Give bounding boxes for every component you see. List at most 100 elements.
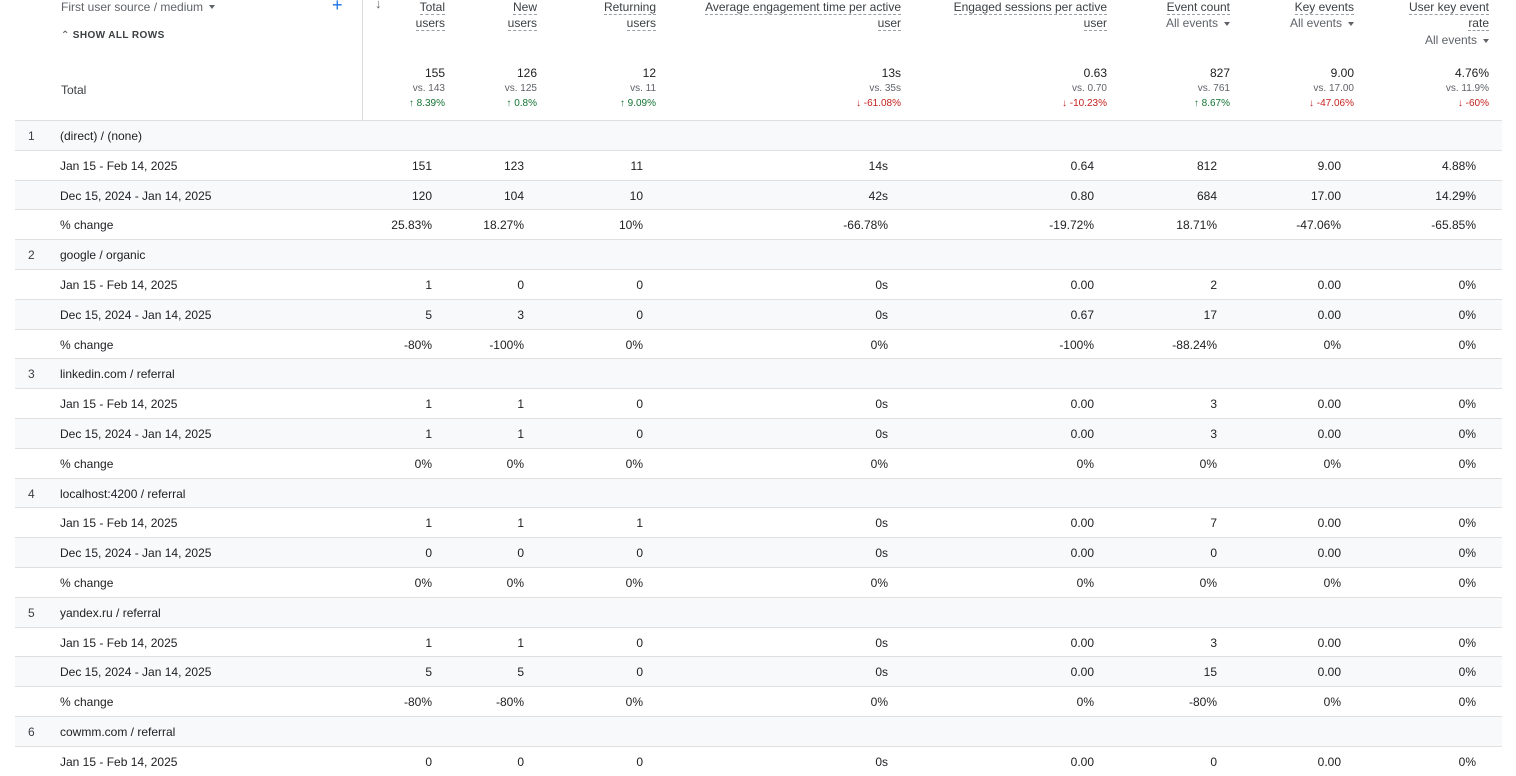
total-metric: 0.63 vs. 0.70 ↓ -10.23%	[1062, 65, 1107, 111]
column-header-line: User key event	[1408, 0, 1489, 15]
table-cell: 0%	[1458, 337, 1476, 352]
table-cell: 1	[517, 516, 524, 531]
table-row: Dec 15, 2024 - Jan 14, 2025 1 1 0 0s 0.00 3 0.0…	[15, 417, 1502, 448]
column-header[interactable]: Key events All events	[1290, 0, 1354, 31]
table-cell: 0	[636, 546, 643, 561]
table-cell: 0	[636, 397, 643, 412]
table-row: Jan 15 - Feb 14, 2025 1 1 0 0s 0.00 3 0.00 0%	[15, 388, 1502, 418]
table-cell: 0%	[870, 456, 888, 471]
show-all-rows-label: SHOW ALL ROWS	[72, 30, 165, 41]
row-label: % change	[60, 456, 114, 471]
total-value: 4.76%	[1454, 66, 1489, 80]
table-row: Jan 15 - Feb 14, 2025 0 0 0 0s 0.00 0 0.00 0%	[15, 745, 1502, 776]
table-cell: 0%	[1323, 575, 1341, 590]
table-cell: 9.00	[1317, 158, 1341, 173]
table-cell: 1	[425, 635, 432, 650]
table-row: Jan 15 - Feb 14, 2025 1 0 0 0s 0.00 2 0.00 0%	[15, 268, 1502, 299]
table-cell: 0%	[625, 575, 643, 590]
column-header[interactable]: Total users	[415, 0, 445, 31]
column-header-line: New	[512, 0, 537, 15]
table-cell: 0.00	[1070, 754, 1094, 769]
table-cell: 0.00	[1070, 426, 1094, 441]
event-filter-dropdown[interactable]: All events	[1166, 15, 1230, 31]
total-metric: 827 vs. 761 ↑ 8.67%	[1194, 65, 1230, 111]
table-cell: 0.00	[1070, 546, 1094, 561]
total-metric: 126 vs. 125 ↑ 0.8%	[505, 65, 537, 111]
table-cell: 0	[636, 665, 643, 680]
column-header[interactable]: New users	[507, 0, 537, 31]
table-cell: 7	[1210, 516, 1217, 531]
table-cell: 1	[425, 397, 432, 412]
total-value: 0.63	[1083, 66, 1107, 80]
table-cell: 0%	[1458, 665, 1476, 680]
row-label: Dec 15, 2024 - Jan 14, 2025	[60, 188, 212, 203]
total-value: 13s	[881, 66, 901, 80]
total-change: ↑ 8.39%	[408, 98, 445, 109]
group-row[interactable]: 1 (direct) / (none)	[15, 120, 1502, 150]
row-label: Jan 15 - Feb 14, 2025	[60, 516, 178, 531]
table-cell: -100%	[1059, 337, 1094, 352]
table-cell: 0s	[875, 426, 888, 441]
table-cell: 0%	[1458, 635, 1476, 650]
column-header[interactable]: Engaged sessions per active user	[953, 0, 1107, 31]
dimension-selector[interactable]: First user source / medium	[61, 0, 203, 14]
table-cell: 0	[636, 426, 643, 441]
table-cell: 18.71%	[1176, 218, 1217, 233]
table-cell: 0	[636, 277, 643, 292]
total-comparison: vs. 11	[630, 83, 656, 94]
table-cell: 0%	[1076, 695, 1094, 710]
table-cell: -80%	[403, 695, 432, 710]
event-filter-dropdown[interactable]: All events	[1290, 15, 1354, 31]
row-index: 1	[28, 129, 35, 143]
chevron-down-icon[interactable]	[209, 5, 215, 9]
column-header[interactable]: Returning users	[603, 0, 656, 31]
group-row[interactable]: 3 linkedin.com / referral	[15, 358, 1502, 389]
group-row[interactable]: 4 localhost:4200 / referral	[15, 477, 1502, 508]
table-cell: 18.27%	[483, 218, 524, 233]
column-header-line: Key events	[1294, 0, 1354, 15]
total-label: Total	[61, 83, 87, 97]
table-cell: 0	[517, 754, 524, 769]
table-cell: 14s	[868, 158, 888, 173]
table-cell: 0%	[1323, 337, 1341, 352]
total-comparison: vs. 11.9%	[1445, 83, 1489, 94]
table-body: 1 (direct) / (none) Jan 15 - Feb 14, 2025 1…	[15, 120, 1502, 776]
column-header[interactable]: Event count All events	[1166, 0, 1230, 31]
group-row[interactable]: 2 google / organic	[15, 239, 1502, 269]
column-header-line: Average engagement time per active	[705, 0, 901, 15]
dimension-value: (direct) / (none)	[60, 129, 143, 143]
table-cell: 0.00	[1317, 546, 1341, 561]
row-index: 5	[28, 605, 35, 620]
table-cell: 5	[425, 665, 432, 680]
group-row[interactable]: 5 yandex.ru / referral	[15, 596, 1502, 627]
column-header[interactable]: Average engagement time per active user	[705, 0, 901, 31]
table-cell: 11	[630, 158, 643, 173]
row-label: Dec 15, 2024 - Jan 14, 2025	[60, 307, 212, 322]
plus-icon[interactable]: +	[332, 0, 343, 14]
table-cell: 104	[503, 188, 524, 203]
table-cell: 0	[636, 307, 643, 322]
table-cell: 0.00	[1317, 665, 1341, 680]
arrow-down-icon[interactable]: ↓	[375, 0, 382, 11]
total-value: 155	[424, 66, 445, 80]
table-cell: 0%	[1199, 575, 1217, 590]
column-header[interactable]: User key event rate All events	[1408, 0, 1489, 48]
table-cell: 3	[1210, 635, 1217, 650]
table-cell: 10%	[618, 218, 643, 233]
table-cell: 0.00	[1317, 426, 1341, 441]
table-row: Jan 15 - Feb 14, 2025 1 1 1 0s 0.00 7 0.00 0%	[15, 507, 1502, 538]
total-metric: 155 vs. 143 ↑ 8.39%	[409, 65, 445, 111]
table-cell: 0.00	[1070, 397, 1094, 412]
table-cell: 1	[517, 426, 524, 441]
total-value: 9.00	[1330, 66, 1354, 80]
table-cell: 0.00	[1070, 277, 1094, 292]
row-label: % change	[60, 575, 114, 590]
table-cell: 0.00	[1317, 754, 1341, 769]
total-comparison: vs. 143	[412, 83, 445, 94]
total-comparison: vs. 17.00	[1313, 83, 1354, 94]
group-row[interactable]: 6 cowmm.com / referral	[15, 715, 1502, 746]
show-all-rows-button[interactable]: ⌃ SHOW ALL ROWS	[61, 30, 165, 41]
table-cell: 0s	[875, 516, 888, 531]
event-filter-dropdown[interactable]: All events	[1409, 32, 1489, 48]
row-index: 4	[28, 486, 35, 501]
